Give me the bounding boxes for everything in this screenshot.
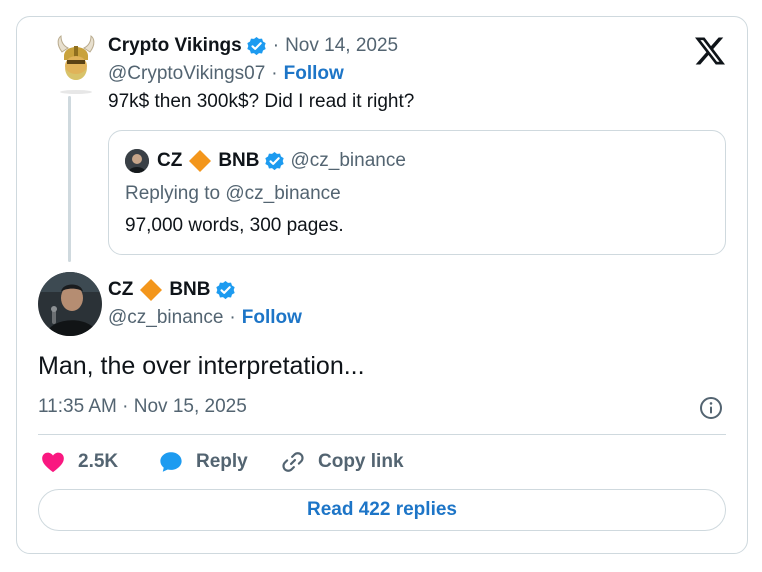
separator-dot: · [271, 63, 278, 84]
parent-author-name[interactable]: Crypto Vikings [108, 35, 242, 57]
main-tweet-text: Man, the over interpretation... [38, 352, 365, 380]
parent-tweet-text: 97k$ then 300k$? Did I read it right? [108, 91, 415, 112]
speech-bubble-icon [160, 452, 182, 472]
parent-follow-link[interactable]: Follow [284, 63, 344, 85]
action-divider [38, 434, 726, 435]
parent-handle-row: @CryptoVikings07 · Follow [108, 62, 344, 86]
main-tweet-timestamp[interactable]: 11:35 AM · Nov 15, 2025 [38, 396, 247, 418]
verified-badge-icon [264, 151, 284, 170]
main-handle-row: @cz_binance · Follow [108, 306, 302, 330]
reply-label: Reply [196, 451, 248, 472]
parent-author-row: Crypto Vikings · Nov 14, 2025 [108, 34, 398, 58]
crypto-vikings-avatar[interactable] [52, 34, 100, 94]
reply-button[interactable]: Reply [158, 448, 248, 476]
main-follow-link[interactable]: Follow [242, 307, 302, 329]
thread-connector-line [68, 96, 71, 262]
quoted-tweet-text: 97,000 words, 300 pages. [125, 215, 344, 236]
verified-badge-icon [215, 280, 235, 299]
main-author-name-suffix[interactable]: BNB [169, 279, 210, 301]
copy-link-label: Copy link [318, 451, 404, 472]
like-button[interactable]: 2.5K [40, 448, 118, 476]
quoted-author-name-prefix: CZ [157, 150, 183, 171]
main-author-row: CZ BNB [108, 278, 236, 302]
read-replies-button[interactable]: Read 422 replies [38, 489, 726, 531]
heart-icon [42, 452, 64, 473]
like-count: 2.5K [78, 451, 119, 472]
quoted-author-name-suffix: BNB [218, 150, 260, 171]
quoted-replying-to: Replying to @cz_binance [125, 183, 341, 204]
quoted-author-row: CZ BNB @cz_binance [125, 149, 406, 173]
verified-badge-icon [247, 36, 266, 55]
parent-date[interactable]: Nov 14, 2025 [285, 35, 398, 57]
main-author-name-prefix[interactable]: CZ [108, 279, 133, 301]
link-icon [282, 452, 304, 472]
main-handle[interactable]: @cz_binance [108, 307, 223, 329]
parent-handle[interactable]: @CryptoVikings07 [108, 63, 265, 85]
cz-small-avatar [125, 149, 149, 173]
bnb-diamond-icon [140, 279, 163, 301]
separator-dot: · [272, 35, 280, 56]
quoted-tweet[interactable]: CZ BNB @cz_binance Replying to @cz_binan… [108, 130, 726, 255]
quoted-author-handle: @cz_binance [290, 150, 406, 171]
separator-dot: · [229, 307, 236, 328]
cz-avatar[interactable] [38, 272, 102, 336]
info-icon[interactable] [699, 396, 723, 420]
copy-link-button[interactable]: Copy link [280, 448, 404, 476]
x-logo-icon[interactable] [694, 36, 726, 66]
bnb-diamond-icon [189, 150, 212, 172]
